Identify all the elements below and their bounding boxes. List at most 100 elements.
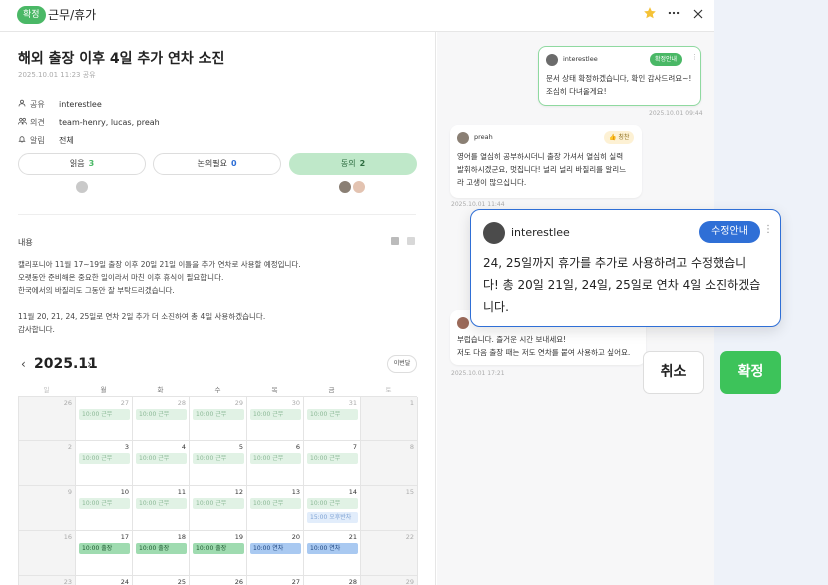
calendar-day-cell[interactable]: 26 xyxy=(190,576,247,585)
calendar-day-cell[interactable]: 1 xyxy=(361,397,418,441)
calendar-day-cell[interactable]: 12 10:00 근무 xyxy=(190,486,247,531)
calendar-day-cell[interactable]: 18 10:00 출장 xyxy=(133,531,190,576)
calendar-event[interactable]: 10:00 근무 xyxy=(250,409,301,420)
calendar-event[interactable]: 10:00 근무 xyxy=(136,498,187,509)
comment-text: 조심히 다녀올게요! xyxy=(546,87,607,96)
calendar-day-number: 7 xyxy=(352,443,357,451)
calendar-day-cell[interactable]: 9 xyxy=(19,486,76,531)
calendar-day-number: 6 xyxy=(295,443,300,451)
calendar-day-cell[interactable]: 28 10:00 근무 xyxy=(133,397,190,441)
calendar-day-cell[interactable]: 14 10:00 근무 15:00 오후반차 xyxy=(304,486,361,531)
calendar-day-cell[interactable]: 16 xyxy=(19,531,76,576)
avatar xyxy=(546,54,558,66)
calendar-day-cell[interactable]: 28 xyxy=(304,576,361,585)
calendar-event[interactable]: 10:00 근무 xyxy=(250,498,301,509)
calendar-day-cell[interactable]: 20 10:00 연차 xyxy=(247,531,304,576)
edit-notice-card: interestlee 수정안내 ⋮ 24, 25일까지 휴가를 추가로 사용하… xyxy=(470,209,781,327)
calendar-event[interactable]: 10:00 출장 xyxy=(79,543,130,554)
calendar-event[interactable]: 10:00 연차 xyxy=(250,543,301,554)
comment-author: interestlee xyxy=(511,226,570,239)
next-month-button[interactable]: › xyxy=(87,357,92,371)
comment-text: 부럽습니다. 즐거운 시간 보내세요! xyxy=(457,335,567,344)
calendar-day-cell[interactable]: 23 xyxy=(19,576,76,585)
comment-time: 2025.10.01 17:21 xyxy=(451,370,505,377)
more-icon[interactable] xyxy=(664,6,684,26)
close-icon[interactable] xyxy=(688,6,708,26)
calendar-day-cell[interactable]: 27 xyxy=(247,576,304,585)
copy-icon[interactable] xyxy=(407,237,415,245)
content-line: 캘리포니아 11월 17~19일 출장 이후 20일 21일 이틀을 추가 연차… xyxy=(18,260,301,269)
calendar-day-cell[interactable]: 22 xyxy=(361,531,418,576)
calendar-day-cell[interactable]: 21 10:00 연차 xyxy=(304,531,361,576)
calendar-day-cell[interactable]: 8 xyxy=(361,441,418,486)
cancel-button[interactable]: 취소 xyxy=(643,351,704,394)
calendar-event[interactable]: 10:00 근무 xyxy=(79,409,130,420)
print-icon[interactable] xyxy=(391,237,399,245)
calendar-day-number: 14 xyxy=(348,488,357,496)
calendar-event[interactable]: 10:00 근무 xyxy=(79,453,130,464)
calendar-day-cell[interactable]: 10 10:00 근무 xyxy=(76,486,133,531)
calendar-day-cell[interactable]: 27 10:00 근무 xyxy=(76,397,133,441)
calendar-event[interactable]: 10:00 연차 xyxy=(307,543,358,554)
calendar-day-cell[interactable]: 15 xyxy=(361,486,418,531)
calendar-day-cell[interactable]: 25 xyxy=(133,576,190,585)
calendar-day-number: 3 xyxy=(124,443,129,451)
calendar-day-number: 27 xyxy=(291,578,300,585)
calendar-event[interactable]: 10:00 근무 xyxy=(307,409,358,420)
comment-author: interestlee xyxy=(563,55,598,63)
calendar-day-cell[interactable]: 7 10:00 근무 xyxy=(304,441,361,486)
calendar-event[interactable]: 10:00 근무 xyxy=(136,453,187,464)
calendar-event[interactable]: 10:00 근무 xyxy=(307,453,358,464)
star-icon[interactable] xyxy=(640,6,660,26)
bell-icon xyxy=(18,135,30,147)
calendar-event[interactable]: 10:00 근무 xyxy=(307,498,358,509)
calendar-day-cell[interactable]: 30 10:00 근무 xyxy=(247,397,304,441)
calendar-day-number: 30 xyxy=(291,399,300,407)
calendar-event[interactable]: 10:00 근무 xyxy=(136,409,187,420)
calendar-day-cell[interactable]: 6 10:00 근무 xyxy=(247,441,304,486)
status-badge: 확정 xyxy=(17,6,46,24)
calendar-day-cell[interactable]: 29 10:00 근무 xyxy=(190,397,247,441)
this-month-button[interactable]: 이번달 xyxy=(387,355,417,373)
calendar-day-number: 10 xyxy=(120,488,129,496)
calendar-grid: 26 27 10:00 근무 28 10:00 근무 29 10:00 근무 30 10:00 … xyxy=(18,396,418,585)
meta-opinion-value: team-henry, lucas, preah xyxy=(59,118,160,127)
calendar-event[interactable]: 15:00 오후반차 xyxy=(307,512,358,523)
calendar-day-cell[interactable]: 2 xyxy=(19,441,76,486)
calendar-event[interactable]: 10:00 출장 xyxy=(193,543,244,554)
calendar-day-number: 22 xyxy=(405,533,414,541)
calendar-day-cell[interactable]: 5 10:00 근무 xyxy=(190,441,247,486)
more-icon[interactable]: ⋮ xyxy=(763,224,773,235)
calendar-day-cell[interactable]: 4 10:00 근무 xyxy=(133,441,190,486)
calendar-day-cell[interactable]: 24 xyxy=(76,576,133,585)
meta-alert-value: 전체 xyxy=(59,136,74,145)
calendar-day-number: 21 xyxy=(348,533,357,541)
calendar-day-cell[interactable]: 11 10:00 근무 xyxy=(133,486,190,531)
calendar-event[interactable]: 10:00 근무 xyxy=(79,498,130,509)
calendar-event[interactable]: 10:00 출장 xyxy=(136,543,187,554)
comment-text: 영어를 열심히 공부하시더니 출장 가셔서 열심히 실력 xyxy=(457,152,624,161)
calendar-day-cell[interactable]: 31 10:00 근무 xyxy=(304,397,361,441)
calendar-day-cell[interactable]: 19 10:00 출장 xyxy=(190,531,247,576)
calendar-event[interactable]: 10:00 근무 xyxy=(250,453,301,464)
calendar-event[interactable]: 10:00 근무 xyxy=(193,453,244,464)
calendar-day-number: 5 xyxy=(238,443,243,451)
calendar-day-number: 28 xyxy=(348,578,357,585)
calendar-day-cell[interactable]: 29 xyxy=(361,576,418,585)
calendar-event[interactable]: 10:00 근무 xyxy=(193,498,244,509)
calendar-event[interactable]: 10:00 근무 xyxy=(193,409,244,420)
calendar-day-cell[interactable]: 17 10:00 출장 xyxy=(76,531,133,576)
vote-discuss-button[interactable]: 논의필요 0 xyxy=(153,153,281,175)
avatar xyxy=(338,180,352,194)
confirm-button[interactable]: 확정 xyxy=(720,351,781,394)
calendar-day-cell[interactable]: 26 xyxy=(19,397,76,441)
calendar-day-cell[interactable]: 13 10:00 근무 xyxy=(247,486,304,531)
prev-month-button[interactable]: ‹ xyxy=(21,357,26,371)
calendar-day-cell[interactable]: 3 10:00 근무 xyxy=(76,441,133,486)
calendar-day-number: 4 xyxy=(181,443,186,451)
vote-read-button[interactable]: 읽음 3 xyxy=(18,153,146,175)
document-date: 2025.10.01 11:23 공유 xyxy=(18,71,96,79)
vote-agree-button[interactable]: 동의 2 xyxy=(289,153,417,175)
calendar-day-number: 25 xyxy=(177,578,186,585)
more-icon[interactable]: ⋮ xyxy=(691,53,698,61)
